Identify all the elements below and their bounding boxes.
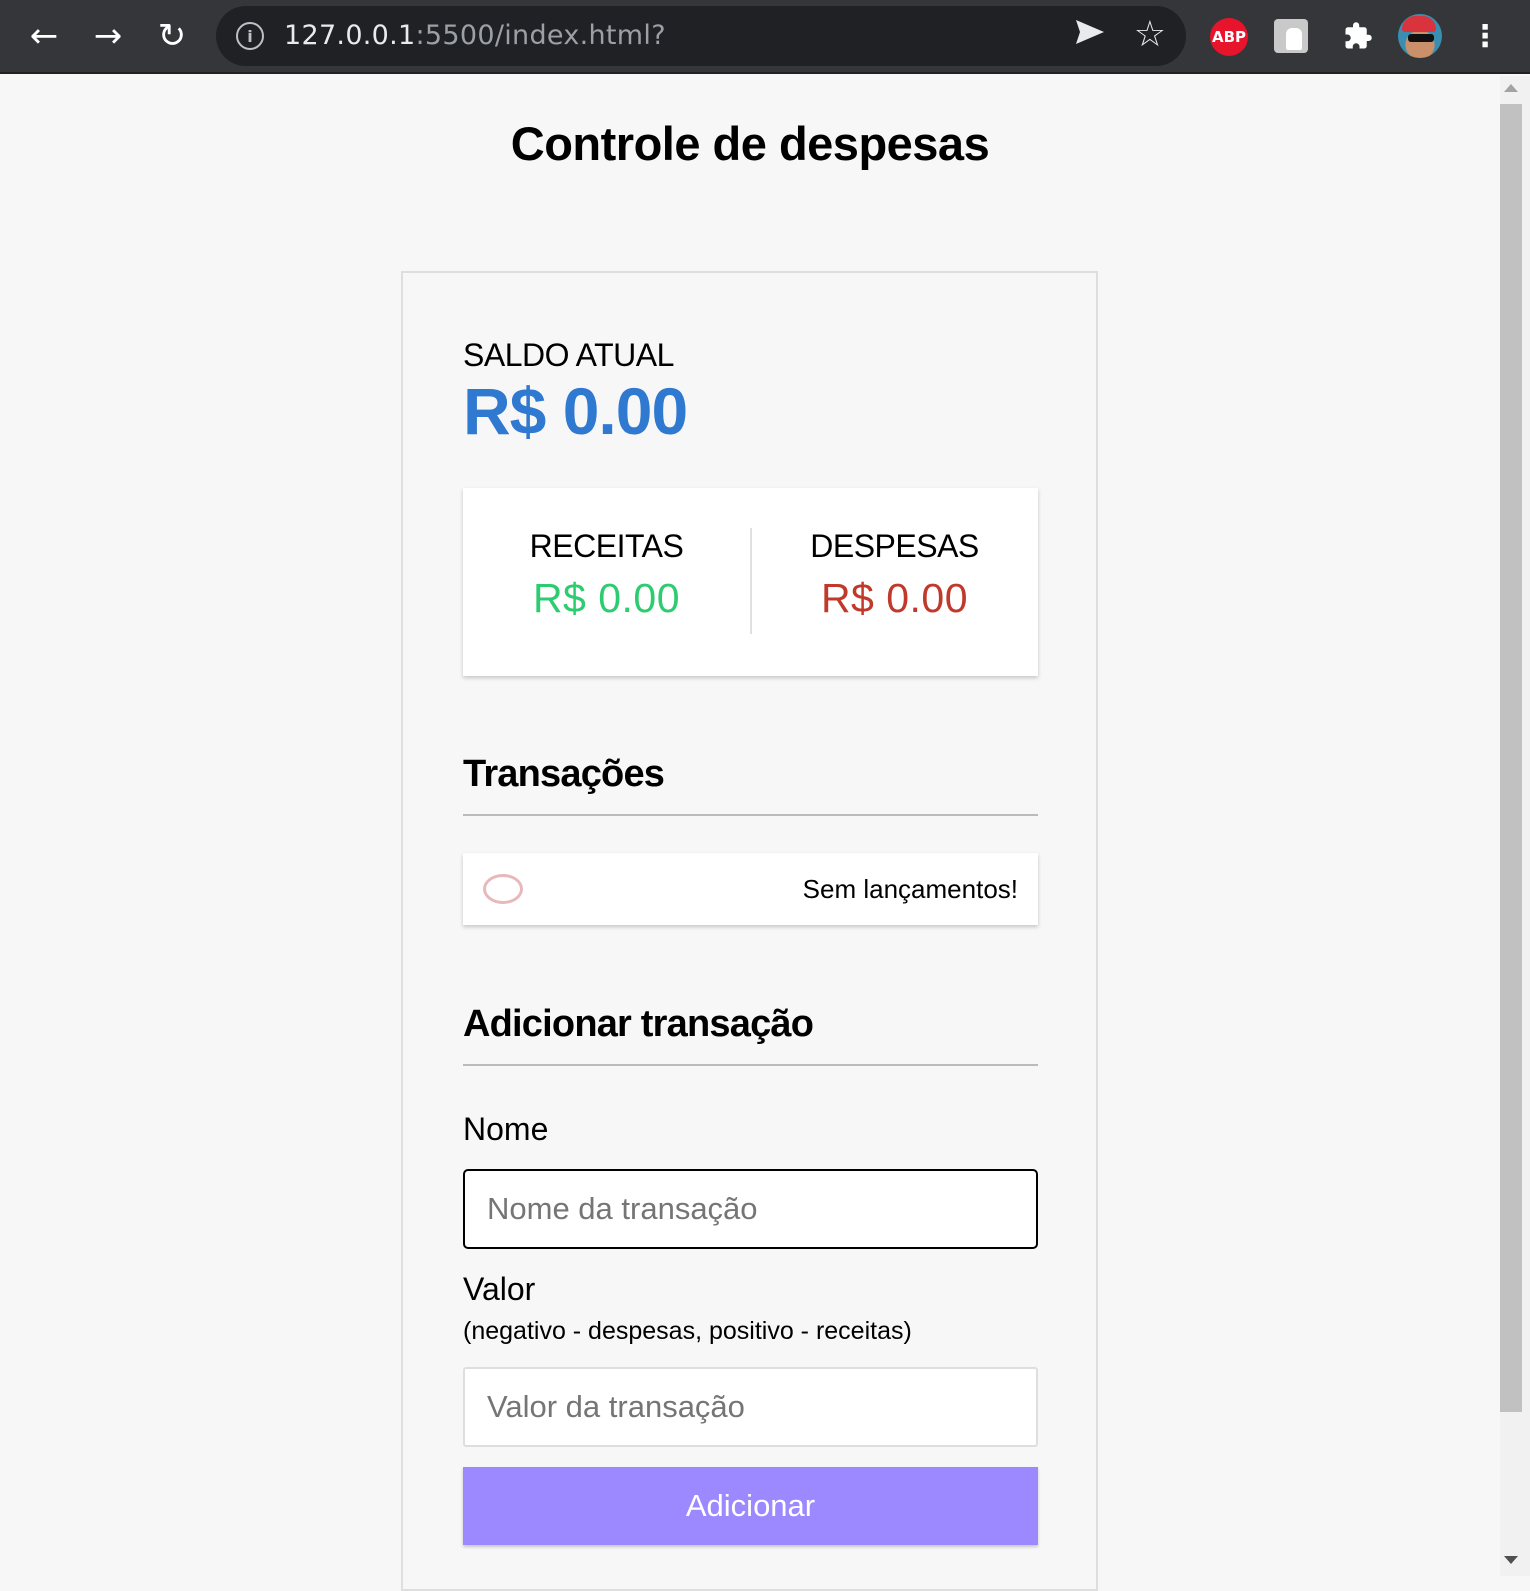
amount-field-hint: (negativo - despesas, positivo - receita… (463, 1317, 912, 1345)
address-bar[interactable]: i 127.0.0.1:5500/index.html? ☆ (216, 6, 1186, 66)
page-content: Controle de despesas SALDO ATUAL R$ 0.00… (0, 76, 1500, 1591)
transaction-amount-input[interactable] (463, 1367, 1038, 1447)
extensions-puzzle-icon[interactable] (1338, 16, 1378, 56)
page-title: Controle de despesas (510, 117, 990, 170)
back-arrow-icon[interactable]: ← (20, 12, 68, 60)
expense-tracker-panel: SALDO ATUAL R$ 0.00 RECEITAS R$ 0.00 DES… (401, 271, 1098, 1591)
balance-value: R$ 0.00 (463, 374, 688, 448)
url-text[interactable]: 127.0.0.1:5500/index.html? (284, 20, 666, 51)
expense-value: R$ 0.00 (820, 575, 969, 621)
add-transaction-heading: Adicionar transação (463, 1003, 1038, 1066)
send-tab-icon[interactable] (1074, 18, 1106, 54)
transaction-list-item: Sem lançamentos! (463, 853, 1038, 925)
expense-label: DESPESAS (810, 528, 979, 564)
scroll-up-arrow-icon[interactable] (1504, 84, 1518, 92)
transactions-heading: Transações (463, 753, 1038, 816)
bookmark-star-icon[interactable]: ☆ (1134, 14, 1166, 55)
url-path: :5500/index.html? (415, 20, 666, 51)
adblock-extension-icon[interactable]: ABP (1210, 18, 1248, 56)
income-expense-summary: RECEITAS R$ 0.00 DESPESAS R$ 0.00 (463, 488, 1038, 676)
income-summary: RECEITAS R$ 0.00 (463, 528, 750, 622)
transaction-name-input[interactable] (463, 1169, 1038, 1249)
name-field-label: Nome (463, 1111, 549, 1147)
amount-field-label: Valor (463, 1271, 536, 1307)
scroll-down-arrow-icon[interactable] (1504, 1556, 1518, 1564)
balance-label: SALDO ATUAL (463, 337, 674, 373)
site-info-icon[interactable]: i (236, 22, 264, 50)
forward-arrow-icon[interactable]: → (84, 12, 132, 60)
empty-state-ring-icon (483, 874, 523, 904)
transaction-text: Sem lançamentos! (802, 874, 1018, 904)
extension-hand-icon[interactable] (1274, 19, 1308, 53)
reload-icon[interactable]: ↻ (148, 12, 196, 60)
url-host: 127.0.0.1 (284, 20, 416, 51)
expense-summary: DESPESAS R$ 0.00 (751, 528, 1038, 622)
profile-avatar[interactable] (1398, 14, 1442, 58)
scrollbar-thumb[interactable] (1500, 104, 1522, 1412)
browser-menu-icon[interactable]: ⋮ (1470, 16, 1500, 56)
income-value: R$ 0.00 (532, 575, 681, 621)
browser-toolbar: ← → ↻ i 127.0.0.1:5500/index.html? ☆ ABP… (0, 0, 1530, 74)
add-transaction-button[interactable]: Adicionar (463, 1467, 1038, 1545)
income-label: RECEITAS (529, 528, 684, 564)
